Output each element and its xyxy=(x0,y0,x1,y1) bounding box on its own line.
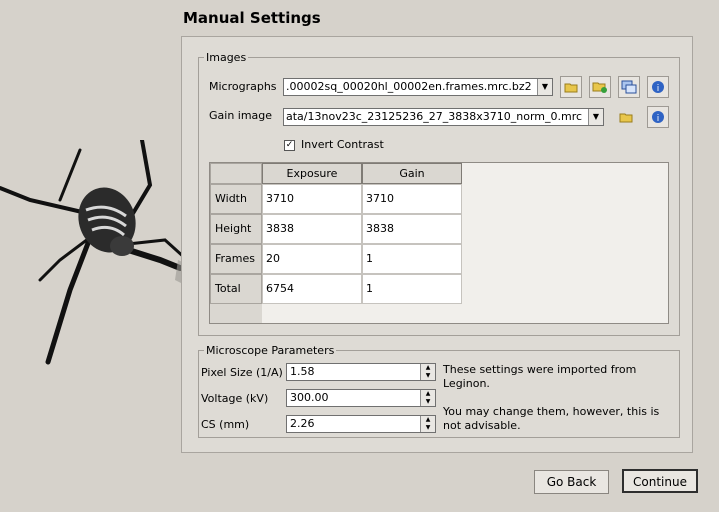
gain-image-select[interactable]: ata/13nov23c_23125236_27_3838x3710_norm_… xyxy=(283,108,604,126)
spinner-icon[interactable]: ▲ ▼ xyxy=(420,416,435,432)
invert-contrast-checkbox[interactable]: ✓ xyxy=(284,140,295,151)
row-header-total: Total xyxy=(210,274,262,304)
folder-button[interactable] xyxy=(560,76,582,98)
folder-icon xyxy=(619,113,633,123)
cs-value: 2.26 xyxy=(290,417,315,430)
go-back-button[interactable]: Go Back xyxy=(534,470,609,494)
gain-image-value: ata/13nov23c_23125236_27_3838x3710_norm_… xyxy=(286,110,583,123)
svg-text:i: i xyxy=(657,84,660,94)
micrographs-value: .00002sq_00020hl_00002en.frames.mrc.bz2 xyxy=(286,80,532,93)
row-header-height: Height xyxy=(210,214,262,244)
cell-height-gain[interactable]: 3838 xyxy=(362,214,462,244)
svg-text:i: i xyxy=(657,114,660,124)
gain-folder-button[interactable] xyxy=(615,106,637,128)
cell-width-gain[interactable]: 3710 xyxy=(362,184,462,214)
cell-total-gain[interactable]: 1 xyxy=(362,274,462,304)
cs-label: CS (mm) xyxy=(201,418,250,431)
pixel-size-value: 1.58 xyxy=(290,365,315,378)
info-icon: i xyxy=(652,111,664,124)
gain-info-button[interactable]: i xyxy=(647,106,669,128)
info-button[interactable]: i xyxy=(647,76,669,98)
cell-total-exposure[interactable]: 6754 xyxy=(262,274,362,304)
cell-frames-gain[interactable]: 1 xyxy=(362,244,462,274)
table-corner xyxy=(210,163,262,184)
voltage-input[interactable]: 300.00 ▲ ▼ xyxy=(286,389,436,407)
folder-add-button[interactable] xyxy=(589,76,611,98)
windows-button[interactable] xyxy=(618,76,640,98)
pixel-size-label: Pixel Size (1/A) xyxy=(201,366,283,379)
table-empty-rowheader xyxy=(210,304,262,323)
spinner-icon[interactable]: ▲ ▼ xyxy=(420,390,435,406)
info-icon: i xyxy=(652,81,664,94)
chevron-down-icon[interactable]: ▼ xyxy=(537,79,552,95)
column-header-exposure[interactable]: Exposure xyxy=(262,163,362,184)
imported-note: These settings were imported from Legino… xyxy=(443,363,637,390)
microscope-legend: Microscope Parameters xyxy=(204,344,337,357)
invert-contrast-label: Invert Contrast xyxy=(301,138,384,151)
folder-icon xyxy=(564,83,578,93)
voltage-label: Voltage (kV) xyxy=(201,392,269,405)
advisable-note: You may change them, however, this is no… xyxy=(443,405,660,432)
windows-icon xyxy=(621,80,637,94)
folder-add-icon xyxy=(592,82,607,93)
cell-width-exposure[interactable]: 3710 xyxy=(262,184,362,214)
images-legend: Images xyxy=(204,51,249,64)
voltage-value: 300.00 xyxy=(290,391,329,404)
cell-height-exposure[interactable]: 3838 xyxy=(262,214,362,244)
continue-button[interactable]: Continue xyxy=(622,469,698,493)
micrographs-select[interactable]: .00002sq_00020hl_00002en.frames.mrc.bz2 … xyxy=(283,78,553,96)
micrographs-label: Micrographs xyxy=(209,80,277,93)
page-title: Manual Settings xyxy=(183,9,321,27)
cell-frames-exposure[interactable]: 20 xyxy=(262,244,362,274)
spinner-icon[interactable]: ▲ ▼ xyxy=(420,364,435,380)
gain-image-label: Gain image xyxy=(209,109,273,122)
column-header-gain[interactable]: Gain xyxy=(362,163,462,184)
pixel-size-input[interactable]: 1.58 ▲ ▼ xyxy=(286,363,436,381)
row-header-frames: Frames xyxy=(210,244,262,274)
cs-input[interactable]: 2.26 ▲ ▼ xyxy=(286,415,436,433)
chevron-down-icon[interactable]: ▼ xyxy=(588,109,603,125)
row-header-width: Width xyxy=(210,184,262,214)
